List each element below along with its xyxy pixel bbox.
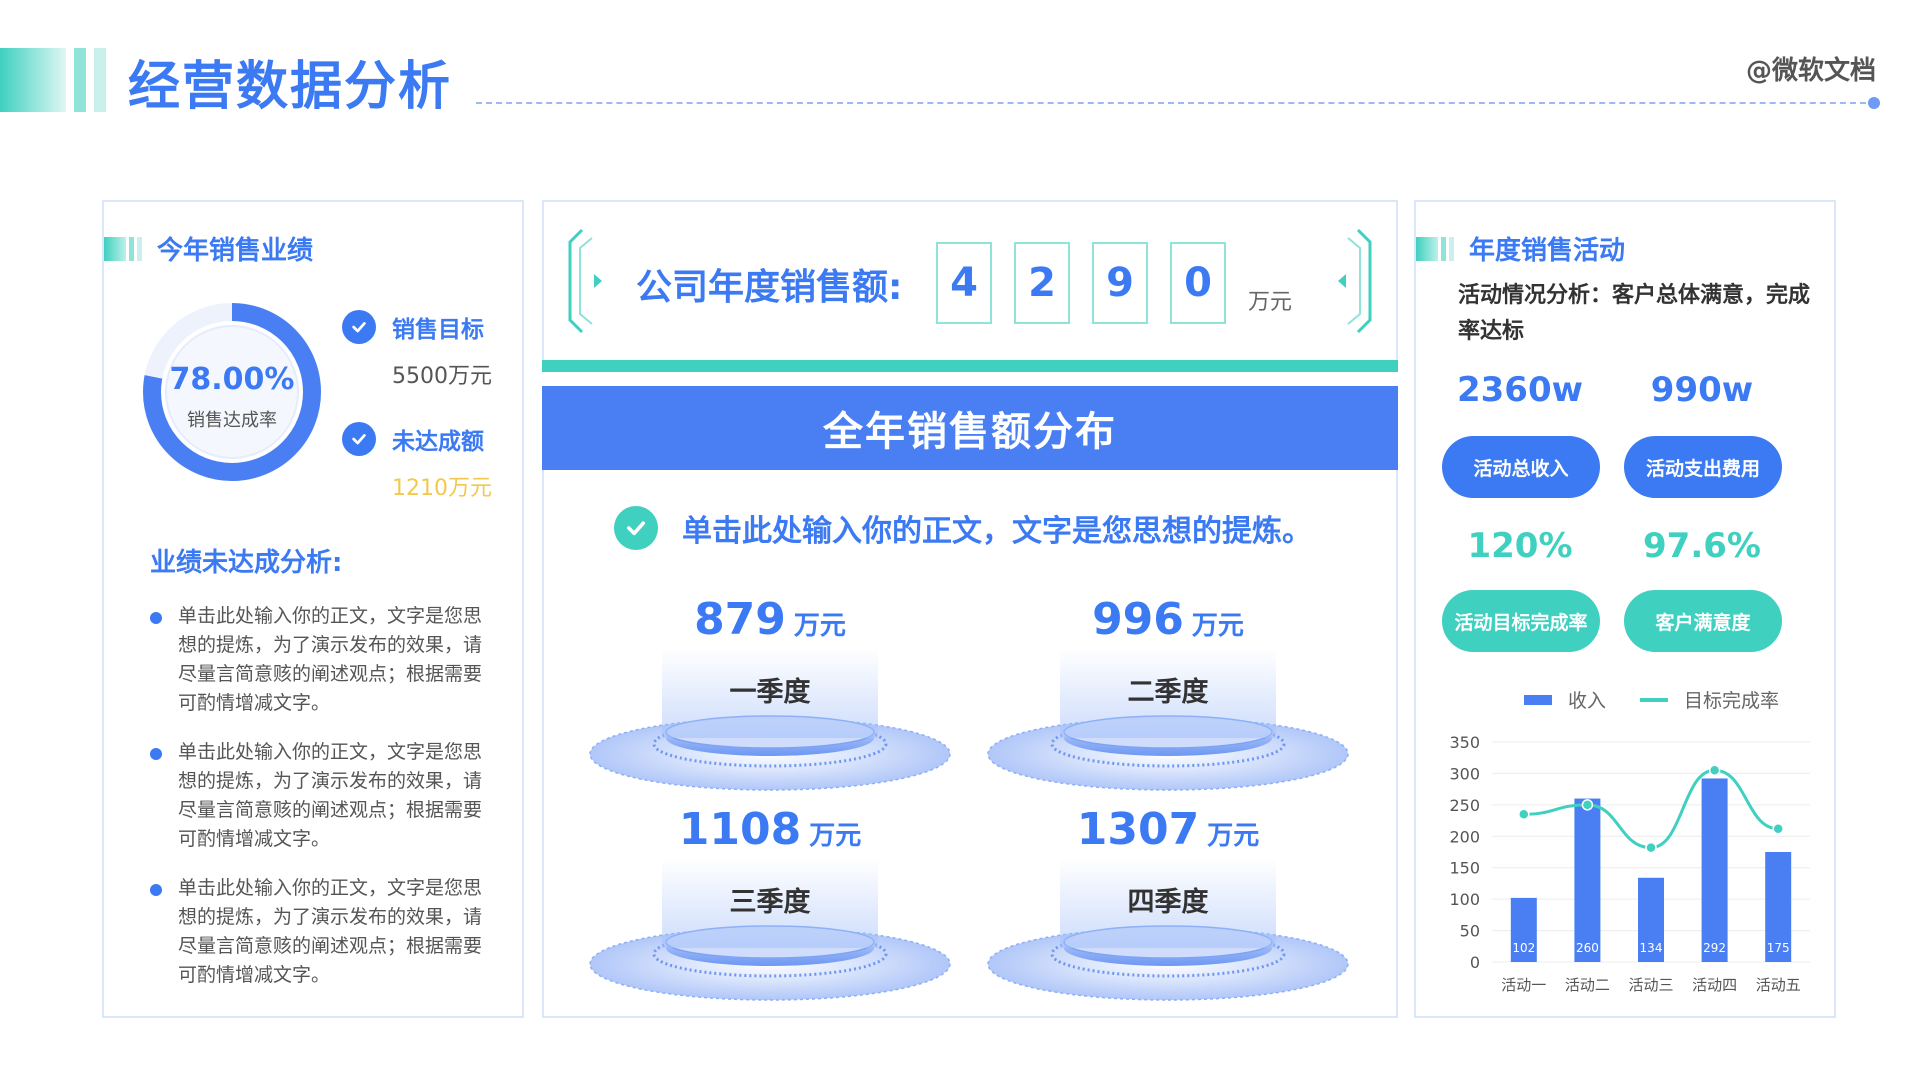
section-title-text: 年度销售活动: [1469, 236, 1626, 266]
list-item-text[interactable]: 单击此处输入你的正文，文字是您思想的提炼，为了演示发布的效果，请尽量言简意赅的阐…: [178, 877, 482, 986]
sales-distribution-panel: 全年销售额分布 单击此处输入你的正文，文字是您思想的提炼。 879 万元 一季度 …: [542, 386, 1398, 1018]
line-point: [1518, 808, 1530, 821]
quarter-name: 一季度: [729, 677, 811, 708]
x-tick-label: 活动三: [1628, 976, 1673, 994]
section-title-performance: 今年销售业绩: [104, 230, 313, 267]
y-tick-label: 350: [1449, 733, 1480, 752]
y-tick-label: 300: [1449, 764, 1480, 783]
stat-pill: 活动目标完成率: [1442, 590, 1600, 652]
sales-performance-panel: 今年销售业绩 78.00% 销售达成率 销售目标 5500万元 未达成额 121…: [102, 200, 524, 1018]
distribution-title: 全年销售额分布: [542, 386, 1398, 470]
title-bars-icon: [1416, 236, 1457, 261]
quarter-value: 996 万元: [1092, 594, 1244, 645]
quarter-name: 四季度: [1127, 887, 1209, 918]
legend-label: 收入: [1568, 690, 1607, 712]
legend-label: 目标完成率: [1684, 690, 1780, 712]
kpi-label: 未达成额: [392, 429, 484, 455]
check-icon: [342, 422, 376, 456]
stat-value: 97.6%: [1643, 526, 1761, 566]
page-title: 经营数据分析: [128, 57, 453, 117]
sales-digit: 0: [1170, 242, 1226, 324]
y-tick-label: 200: [1449, 827, 1480, 846]
stat-pill: 活动总收入: [1442, 436, 1600, 498]
kpi-value: 1210万元: [392, 476, 492, 501]
legend-bar-swatch: [1524, 694, 1552, 705]
y-tick-label: 0: [1470, 953, 1480, 972]
chart-legend: 收入 目标完成率: [1524, 686, 1779, 713]
achievement-rate-label: 销售达成率: [187, 410, 277, 431]
line-point: [1645, 841, 1657, 854]
list-item: 单击此处输入你的正文，文字是您思想的提炼，为了演示发布的效果，请尽量言简意赅的阐…: [150, 874, 500, 990]
list-item-text[interactable]: 单击此处输入你的正文，文字是您思想的提炼，为了演示发布的效果，请尽量言简意赅的阐…: [178, 605, 482, 714]
legend-line-swatch: [1640, 697, 1669, 702]
bar-data-label: 175: [1767, 941, 1790, 955]
brand-label: @微软文档: [1745, 56, 1876, 86]
stat-value: 120%: [1467, 526, 1573, 566]
kpi-value: 5500万元: [392, 364, 492, 389]
list-item: 单击此处输入你的正文，文字是您思想的提炼，为了演示发布的效果，请尽量言简意赅的阐…: [150, 738, 500, 854]
check-icon: [614, 506, 658, 550]
y-tick-label: 100: [1449, 890, 1480, 909]
kpi-shortfall: 未达成额: [342, 422, 484, 456]
x-tick-label: 活动一: [1501, 976, 1546, 994]
title-bars-icon: [104, 236, 145, 261]
bar-data-label: 292: [1703, 941, 1726, 955]
stat-value: 990w: [1650, 370, 1754, 410]
section-title-text: 今年销售业绩: [157, 236, 314, 266]
quarter-card-q4: 1307 万元 四季度: [978, 804, 1358, 1004]
stat-value: 2360w: [1456, 370, 1584, 410]
quarter-name: 三季度: [729, 887, 811, 918]
sales-unit: 万元: [1248, 290, 1293, 315]
sales-digit: 4: [936, 242, 992, 324]
divider-strip: [542, 360, 1398, 372]
achievement-rate-value: 78.00%: [169, 362, 295, 397]
bar: [1701, 778, 1728, 962]
sales-digit: 2: [1014, 242, 1070, 324]
line-point: [1581, 799, 1594, 811]
line-point: [1772, 822, 1784, 835]
quarter-value: 1307 万元: [1076, 804, 1260, 855]
stat-pill: 客户满意度: [1624, 590, 1782, 652]
quarter-value: 879 万元: [694, 594, 846, 645]
y-tick-label: 150: [1449, 859, 1480, 878]
sales-digits: 4 2 9 0: [936, 242, 1248, 324]
list-item-text[interactable]: 单击此处输入你的正文，文字是您思想的提炼，为了演示发布的效果，请尽量言简意赅的阐…: [178, 741, 482, 850]
header-divider-dot: [1868, 97, 1880, 109]
bracket-left-icon: [568, 228, 602, 334]
distribution-intro: 单击此处输入你的正文，文字是您思想的提炼。: [614, 506, 1312, 550]
bar: [1574, 798, 1601, 962]
bracket-right-icon: [1338, 228, 1372, 334]
check-icon: [342, 310, 376, 344]
kpi-label: 销售目标: [392, 317, 484, 343]
x-tick-label: 活动四: [1692, 976, 1737, 994]
quarter-card-q2: 996 万元 二季度: [978, 594, 1358, 794]
sales-activity-panel: 年度销售活动 活动情况分析：客户总体满意，完成率达标 2360w 990w 活动…: [1414, 200, 1836, 1018]
quarter-card-q1: 879 万元 一季度: [580, 594, 960, 794]
activity-chart: 0 50 100 150 200 250 300 350 102 260 134 292 175 活动一 活…: [1449, 733, 1810, 994]
annual-sales-label: 公司年度销售额:: [636, 267, 903, 308]
x-tick-label: 活动二: [1565, 976, 1610, 994]
y-tick-label: 50: [1460, 922, 1480, 941]
intro-text[interactable]: 单击此处输入你的正文，文字是您思想的提炼。: [682, 506, 1312, 550]
header-divider: [476, 102, 1876, 104]
quarter-name: 二季度: [1127, 677, 1209, 708]
stat-pill: 活动支出费用: [1624, 436, 1782, 498]
sales-digit: 9: [1092, 242, 1148, 324]
bar-data-label: 102: [1512, 941, 1535, 955]
annual-sales-box: 公司年度销售额: 4 2 9 0 万元: [542, 200, 1398, 362]
quarter-value: 1108 万元: [678, 804, 862, 855]
y-tick-label: 250: [1449, 796, 1480, 815]
quarter-card-q3: 1108 万元 三季度: [580, 804, 960, 1004]
bar-data-label: 134: [1640, 941, 1663, 955]
line-point: [1708, 764, 1721, 777]
activity-description[interactable]: 活动情况分析：客户总体满意，完成率达标: [1458, 278, 1818, 350]
kpi-sales-target: 销售目标: [342, 310, 484, 344]
list-item: 单击此处输入你的正文，文字是您思想的提炼，为了演示发布的效果，请尽量言简意赅的阐…: [150, 602, 500, 718]
section-title-activity: 年度销售活动: [1416, 230, 1625, 267]
x-tick-label: 活动五: [1756, 976, 1801, 994]
analysis-list: 单击此处输入你的正文，文字是您思想的提炼，为了演示发布的效果，请尽量言简意赅的阐…: [150, 602, 500, 1010]
analysis-title: 业绩未达成分析:: [150, 548, 343, 578]
bar-data-label: 260: [1576, 941, 1599, 955]
